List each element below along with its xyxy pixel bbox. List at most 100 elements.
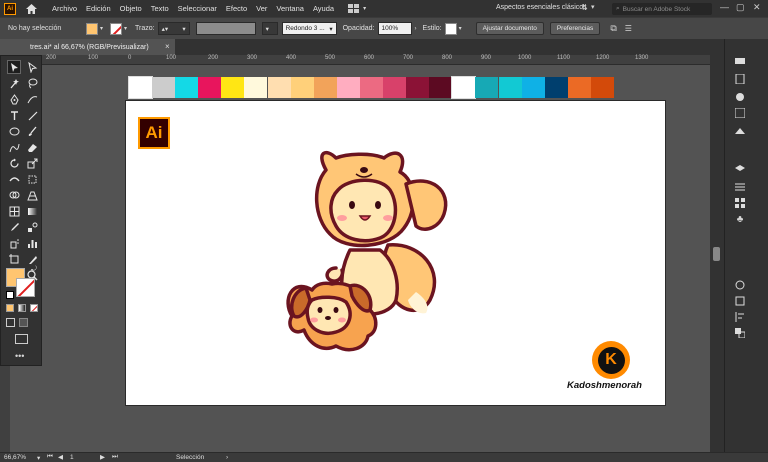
- shaper-tool-icon[interactable]: [7, 140, 21, 154]
- chevron-right-icon[interactable]: ›: [415, 26, 417, 32]
- menu-texto[interactable]: Texto: [151, 4, 169, 13]
- mesh-tool-icon[interactable]: [7, 204, 21, 218]
- width-tool-icon[interactable]: [7, 172, 21, 186]
- document-setup-button[interactable]: Ajustar documento: [475, 22, 544, 35]
- arrange-documents-icon[interactable]: [348, 3, 360, 14]
- screen-mode-icon[interactable]: [15, 334, 28, 344]
- variable-width-dropdown[interactable]: [195, 22, 256, 35]
- stroke-weight-dropdown[interactable]: ▴▾ ▾: [157, 22, 190, 35]
- maximize-icon[interactable]: ▢: [736, 2, 745, 13]
- minimize-icon[interactable]: —: [720, 2, 729, 12]
- chevron-down-icon[interactable]: ▾: [459, 25, 462, 32]
- direct-selection-tool-icon[interactable]: [25, 60, 39, 74]
- layers-panel-icon[interactable]: [733, 91, 747, 103]
- slice-tool-icon[interactable]: [25, 252, 39, 266]
- menu-seleccionar[interactable]: Seleccionar: [178, 4, 217, 13]
- shape-builder-tool-icon[interactable]: [7, 188, 21, 202]
- artboard-tool-icon[interactable]: [7, 252, 21, 266]
- align-panel-icon[interactable]: [733, 311, 747, 323]
- menu-ayuda[interactable]: Ayuda: [313, 4, 334, 13]
- paintbrush-tool-icon[interactable]: [25, 124, 39, 138]
- close-tab-icon[interactable]: ×: [165, 42, 170, 51]
- brush-profile-dropdown[interactable]: ▾: [261, 22, 278, 35]
- last-artboard-icon[interactable]: ⏭: [112, 453, 118, 461]
- stroke-color-box[interactable]: [16, 278, 35, 297]
- status-bar: 66,67% ▾ ⏮ ◀ 1 ▶ ⏭ Selección ›: [0, 452, 768, 462]
- gradient-tool-icon[interactable]: [25, 204, 39, 218]
- blend-tool-icon[interactable]: [25, 220, 39, 234]
- none-mode-icon[interactable]: [30, 304, 38, 312]
- menu-efecto[interactable]: Efecto: [226, 4, 247, 13]
- opacity-field[interactable]: 100%: [377, 22, 412, 35]
- swap-fill-stroke-icon[interactable]: ⤾: [31, 266, 37, 274]
- properties-panel-icon[interactable]: [733, 55, 747, 67]
- palette-swatch: [336, 77, 360, 98]
- perspective-grid-tool-icon[interactable]: [25, 188, 39, 202]
- zoom-level[interactable]: 66,67%: [4, 454, 26, 461]
- symbol-sprayer-tool-icon[interactable]: [7, 236, 21, 250]
- stroke-panel-icon[interactable]: [733, 181, 747, 193]
- type-tool-icon[interactable]: [7, 108, 21, 122]
- ellipse-tool-icon[interactable]: [7, 124, 21, 138]
- fill-swatch[interactable]: [86, 22, 98, 35]
- menu-ventana[interactable]: Ventana: [276, 4, 304, 13]
- style-swatch[interactable]: [444, 22, 457, 35]
- club-symbol-icon[interactable]: ♣: [733, 213, 747, 225]
- eraser-tool-icon[interactable]: [25, 140, 39, 154]
- palette-swatch: [475, 77, 499, 98]
- column-graph-tool-icon[interactable]: [25, 236, 39, 250]
- ruler-tick: 1100: [557, 55, 570, 61]
- menu-edicion[interactable]: Edición: [86, 4, 111, 13]
- gradient-mode-icon[interactable]: [18, 304, 26, 312]
- preferences-button[interactable]: Preferencias: [549, 22, 601, 35]
- artboard-number[interactable]: 1: [70, 454, 74, 461]
- symbols-panel-icon[interactable]: [733, 164, 747, 176]
- menu-ver[interactable]: Ver: [256, 4, 267, 13]
- color-mode-icon[interactable]: [6, 304, 14, 312]
- stroke-swatch[interactable]: [110, 22, 123, 35]
- transform-panel-icon[interactable]: [733, 295, 747, 307]
- arrange-icon[interactable]: ⧉: [610, 23, 616, 34]
- next-artboard-icon[interactable]: ▶: [100, 453, 105, 461]
- default-colors-icon[interactable]: [6, 291, 14, 299]
- workspace-selector[interactable]: Aspectos esenciales clásicos: [496, 4, 587, 11]
- selection-tool-icon[interactable]: [7, 60, 21, 74]
- pathfinder-panel-icon[interactable]: [733, 327, 747, 339]
- chevron-right-icon[interactable]: ›: [226, 454, 228, 461]
- more-tools-icon[interactable]: •••: [15, 351, 24, 361]
- rotate-tool-icon[interactable]: [7, 156, 21, 170]
- brush-dropdown[interactable]: Redondo 3 ... ▾: [281, 22, 337, 35]
- stock-search-input[interactable]: ⌕ Buscar en Adobe Stock: [612, 3, 712, 15]
- magic-wand-tool-icon[interactable]: [7, 76, 21, 90]
- chevron-down-icon[interactable]: ▾: [591, 3, 595, 11]
- home-icon[interactable]: [24, 2, 38, 16]
- asset-export-panel-icon[interactable]: [733, 125, 747, 137]
- brushes-panel-icon[interactable]: [733, 279, 747, 291]
- chevron-down-icon[interactable]: ▾: [363, 5, 366, 12]
- document-tab[interactable]: tres.ai* al 66,67% (RGB/Previsualizar): [0, 39, 175, 55]
- chevron-down-icon[interactable]: ▾: [37, 454, 40, 462]
- eyedropper-tool-icon[interactable]: [7, 220, 21, 234]
- curvature-tool-icon[interactable]: [25, 92, 39, 106]
- draw-behind-icon[interactable]: [19, 318, 28, 327]
- menu-archivo[interactable]: Archivo: [52, 4, 77, 13]
- libraries-panel-icon[interactable]: [733, 73, 747, 85]
- panel-menu-icon[interactable]: ☰: [625, 24, 632, 33]
- scale-tool-icon[interactable]: [25, 156, 39, 170]
- close-icon[interactable]: ✕: [753, 2, 761, 13]
- vertical-scrollbar-thumb[interactable]: [713, 247, 720, 261]
- chevron-down-icon[interactable]: ▾: [100, 25, 103, 32]
- free-transform-tool-icon[interactable]: [25, 172, 39, 186]
- menu-objeto[interactable]: Objeto: [120, 4, 142, 13]
- stroke-label: Trazo:: [135, 25, 155, 32]
- swatches-panel-icon[interactable]: [733, 197, 747, 209]
- lasso-tool-icon[interactable]: [25, 76, 39, 90]
- pen-tool-icon[interactable]: [7, 92, 21, 106]
- first-artboard-icon[interactable]: ⏮: [47, 453, 53, 461]
- draw-mode-icon[interactable]: [6, 318, 15, 327]
- chevron-down-icon[interactable]: ▾: [124, 25, 127, 32]
- artboards-panel-icon[interactable]: [733, 107, 747, 119]
- line-tool-icon[interactable]: [25, 108, 39, 122]
- workspace-icon[interactable]: ⇅: [581, 3, 588, 12]
- previous-artboard-icon[interactable]: ◀: [58, 453, 63, 461]
